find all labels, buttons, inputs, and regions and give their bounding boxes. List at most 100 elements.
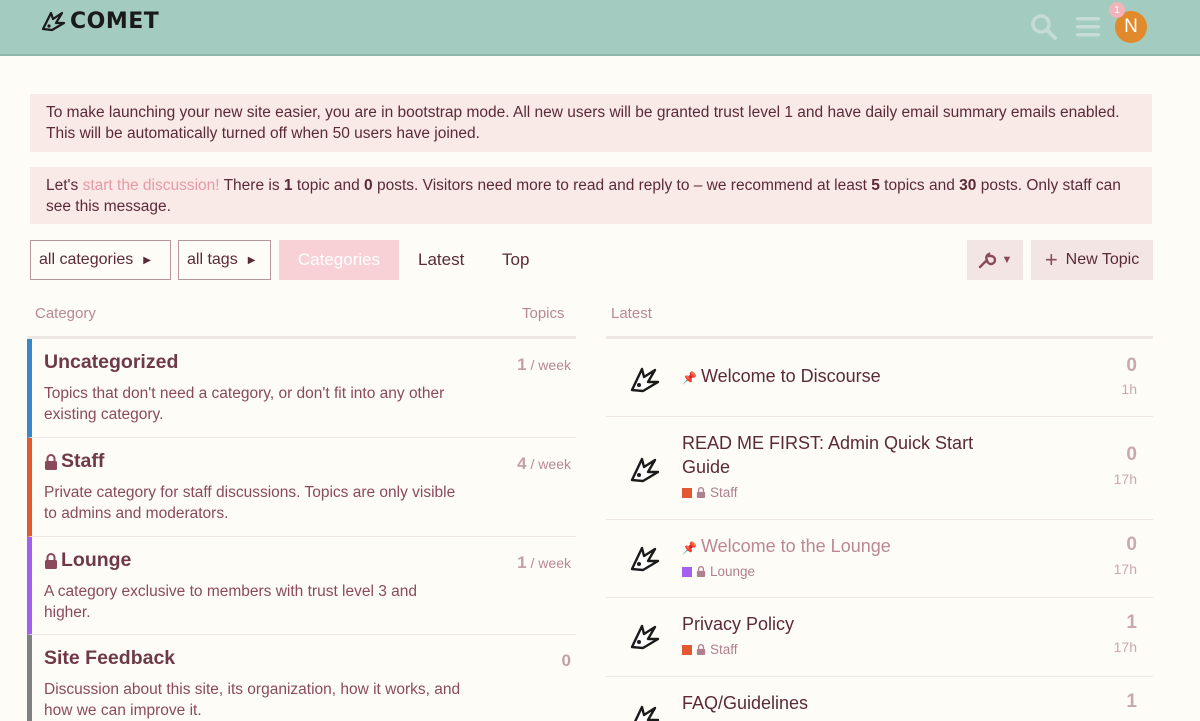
category-color-swatch bbox=[682, 644, 692, 655]
topic-row[interactable]: Privacy Policy Staff 1 17h bbox=[606, 598, 1153, 677]
topic-count: 1 bbox=[283, 177, 293, 194]
categories-dropdown-label: all categories bbox=[39, 251, 134, 268]
lock-icon bbox=[696, 644, 706, 655]
category-row-staff[interactable]: Staff Private category for staff discuss… bbox=[27, 438, 576, 537]
tab-latest[interactable]: Latest bbox=[418, 240, 464, 280]
notice-text: topics and bbox=[879, 177, 960, 194]
category-row-site-feedback[interactable]: Site Feedback Discussion about this site… bbox=[27, 635, 576, 721]
category-name[interactable]: Site Feedback bbox=[44, 647, 175, 670]
system-avatar-icon bbox=[630, 546, 660, 572]
tab-top[interactable]: Top bbox=[502, 240, 529, 280]
category-topic-count: 0 bbox=[562, 651, 571, 671]
new-topic-button[interactable]: + New Topic bbox=[1031, 240, 1153, 280]
topic-count-value: 1 bbox=[517, 553, 527, 572]
admin-wrench-button[interactable]: ▼ bbox=[967, 240, 1023, 280]
notice-text: Let's bbox=[46, 177, 83, 194]
topic-title[interactable]: READ ME FIRST: Admin Quick Start Guide bbox=[682, 431, 982, 479]
category-name-text: Uncategorized bbox=[44, 351, 179, 373]
pin-icon: 📌 bbox=[682, 541, 697, 555]
category-color-swatch bbox=[682, 566, 692, 577]
category-topic-count: 1 / week bbox=[517, 355, 571, 375]
recommended-topics: 5 bbox=[871, 177, 880, 194]
comet-logo-icon bbox=[41, 11, 66, 32]
latest-column-header[interactable]: Latest bbox=[611, 305, 652, 322]
wrench-icon bbox=[978, 252, 996, 269]
post-count: 0 bbox=[364, 177, 373, 194]
reply-count[interactable]: 0 bbox=[1126, 534, 1137, 556]
topic-category-badge[interactable]: Staff bbox=[682, 642, 738, 657]
topic-age[interactable]: 17h bbox=[1114, 561, 1137, 577]
reply-count[interactable]: 1 bbox=[1126, 691, 1137, 713]
reply-count[interactable]: 0 bbox=[1126, 444, 1137, 466]
topic-row[interactable]: FAQ/Guidelines 1 bbox=[606, 677, 1153, 721]
topic-row[interactable]: 📌 Welcome to Discourse 0 1h bbox=[606, 339, 1153, 417]
lock-icon bbox=[696, 566, 706, 577]
new-topic-label: New Topic bbox=[1065, 251, 1140, 268]
plus-icon: + bbox=[1044, 247, 1058, 272]
category-row-lounge[interactable]: Lounge A category exclusive to members w… bbox=[27, 537, 576, 635]
site-logo[interactable]: COMET bbox=[40, 6, 159, 36]
tags-dropdown[interactable]: all tags ▶ bbox=[178, 240, 271, 280]
search-icon[interactable] bbox=[1029, 12, 1059, 42]
chevron-down-icon: ▼ bbox=[1001, 254, 1013, 266]
lock-icon bbox=[45, 552, 57, 569]
category-column-header[interactable]: Category bbox=[35, 305, 96, 322]
category-row-uncategorized[interactable]: Uncategorized Topics that don't need a c… bbox=[27, 339, 576, 438]
category-topic-count: 4 / week bbox=[517, 454, 571, 474]
topic-title[interactable]: 📌 Welcome to Discourse bbox=[682, 364, 982, 390]
hamburger-menu-icon[interactable] bbox=[1073, 12, 1103, 42]
topic-category-name: Staff bbox=[710, 485, 738, 500]
system-avatar-icon bbox=[630, 367, 660, 393]
caret-right-icon: ▶ bbox=[143, 254, 151, 266]
topic-title-text: Welcome to the Lounge bbox=[700, 536, 891, 556]
category-description: Private category for staff discussions. … bbox=[44, 484, 456, 522]
pin-icon: 📌 bbox=[682, 371, 697, 385]
start-discussion-link[interactable]: start the discussion! bbox=[83, 177, 220, 194]
system-avatar-icon bbox=[630, 457, 660, 483]
lock-icon bbox=[696, 487, 706, 498]
notification-badge[interactable]: 1 bbox=[1109, 2, 1125, 18]
category-name-text: Lounge bbox=[61, 549, 132, 571]
topic-count-value: 4 bbox=[517, 454, 527, 473]
topic-row[interactable]: READ ME FIRST: Admin Quick Start Guide S… bbox=[606, 417, 1153, 520]
topic-title[interactable]: 📌 Welcome to the Lounge bbox=[682, 534, 982, 560]
category-color-swatch bbox=[682, 487, 692, 498]
topic-age[interactable]: 1h bbox=[1121, 381, 1137, 397]
topics-column-header[interactable]: Topics bbox=[522, 305, 565, 322]
topic-count-value: 1 bbox=[517, 355, 527, 374]
tab-categories[interactable]: Categories bbox=[279, 240, 399, 280]
notice-text: posts. Visitors need more to read and re… bbox=[372, 177, 872, 194]
reply-count[interactable]: 1 bbox=[1126, 612, 1137, 634]
site-header: COMET N 1 bbox=[0, 0, 1200, 56]
topic-category-name: Lounge bbox=[710, 564, 756, 579]
topic-title-text: Welcome to Discourse bbox=[700, 366, 881, 386]
topic-category-name: Staff bbox=[710, 642, 738, 657]
categories-dropdown[interactable]: all categories ▶ bbox=[30, 240, 171, 280]
topic-category-badge[interactable]: Staff bbox=[682, 485, 738, 500]
category-description: Topics that don't need a category, or do… bbox=[44, 385, 445, 423]
category-name-text: Staff bbox=[61, 450, 105, 472]
topic-count-value: 0 bbox=[561, 651, 571, 670]
notice-text: There is bbox=[219, 177, 284, 194]
system-avatar-icon bbox=[630, 624, 660, 650]
lock-icon bbox=[45, 453, 57, 470]
system-avatar-icon bbox=[634, 705, 660, 721]
category-name[interactable]: Staff bbox=[44, 450, 104, 473]
topic-age[interactable]: 17h bbox=[1114, 639, 1137, 655]
reply-count[interactable]: 0 bbox=[1126, 355, 1137, 377]
topic-category-badge[interactable]: Lounge bbox=[682, 564, 755, 579]
category-name-text: Site Feedback bbox=[44, 647, 176, 669]
tags-dropdown-label: all tags bbox=[187, 251, 238, 268]
topic-row[interactable]: 📌 Welcome to the Lounge Lounge 0 17h bbox=[606, 520, 1153, 598]
topic-age[interactable]: 17h bbox=[1114, 471, 1137, 487]
category-topic-count: 1 / week bbox=[517, 553, 571, 573]
topic-title[interactable]: FAQ/Guidelines bbox=[682, 691, 982, 715]
notice-text: topic and bbox=[292, 177, 365, 194]
category-name[interactable]: Uncategorized bbox=[44, 351, 178, 374]
recommended-posts: 30 bbox=[959, 177, 977, 194]
topic-title[interactable]: Privacy Policy bbox=[682, 612, 982, 636]
category-name[interactable]: Lounge bbox=[44, 549, 131, 572]
category-description: Discussion about this site, its organiza… bbox=[44, 681, 461, 719]
category-description: A category exclusive to members with tru… bbox=[44, 583, 418, 621]
discussion-notice: Let's start the discussion! There is 1 t… bbox=[30, 167, 1152, 224]
